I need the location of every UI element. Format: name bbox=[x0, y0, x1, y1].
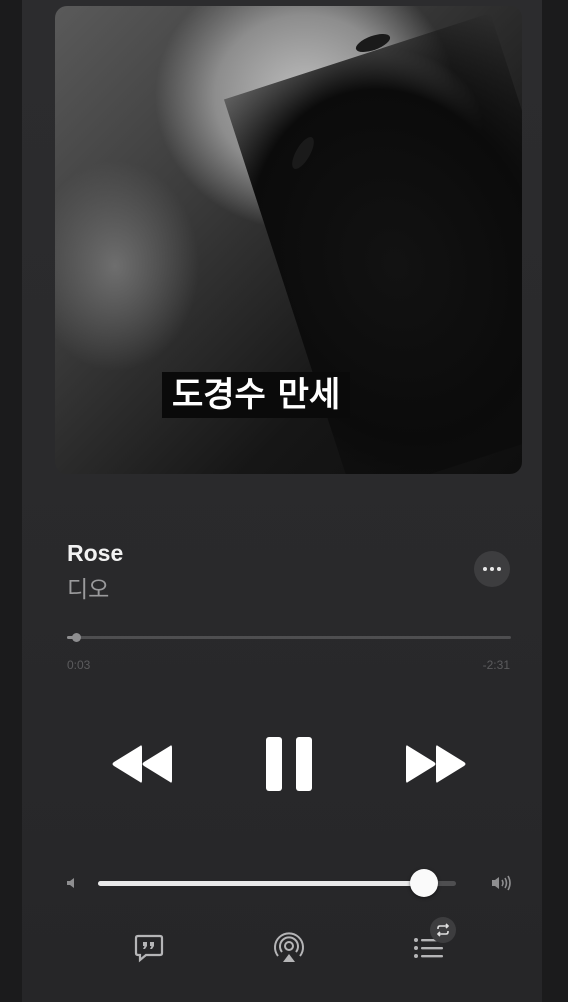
ellipsis-icon bbox=[490, 567, 494, 571]
lyrics-quote-icon bbox=[134, 934, 164, 963]
lyrics-button[interactable] bbox=[133, 932, 165, 964]
repeat-icon bbox=[436, 923, 450, 937]
airplay-icon bbox=[274, 932, 304, 962]
ellipsis-icon bbox=[483, 567, 487, 571]
rewind-icon bbox=[112, 745, 172, 783]
track-artist[interactable]: 디오 bbox=[67, 570, 109, 604]
volume-fill bbox=[98, 881, 424, 886]
speaker-high-icon bbox=[492, 875, 511, 891]
fast-forward-icon bbox=[406, 745, 466, 783]
speaker-low-icon bbox=[67, 878, 74, 888]
elapsed-time: 0:03 bbox=[67, 658, 91, 672]
pause-button[interactable] bbox=[264, 735, 314, 793]
repeat-indicator[interactable] bbox=[430, 917, 456, 943]
more-options-button[interactable] bbox=[474, 551, 510, 587]
rewind-button[interactable] bbox=[110, 742, 174, 786]
ellipsis-icon bbox=[497, 567, 501, 571]
playback-scrubber-knob[interactable] bbox=[71, 633, 81, 642]
remaining-time: -2:31 bbox=[482, 658, 510, 672]
pause-icon bbox=[266, 737, 312, 791]
playback-scrubber[interactable] bbox=[67, 633, 511, 642]
airplay-button[interactable] bbox=[273, 932, 305, 964]
track-title: Rose bbox=[67, 540, 124, 566]
fast-forward-button[interactable] bbox=[404, 742, 468, 786]
volume-slider[interactable] bbox=[98, 869, 456, 897]
volume-knob[interactable] bbox=[409, 869, 438, 897]
artwork-caption: 도경수 만세 bbox=[162, 372, 351, 418]
